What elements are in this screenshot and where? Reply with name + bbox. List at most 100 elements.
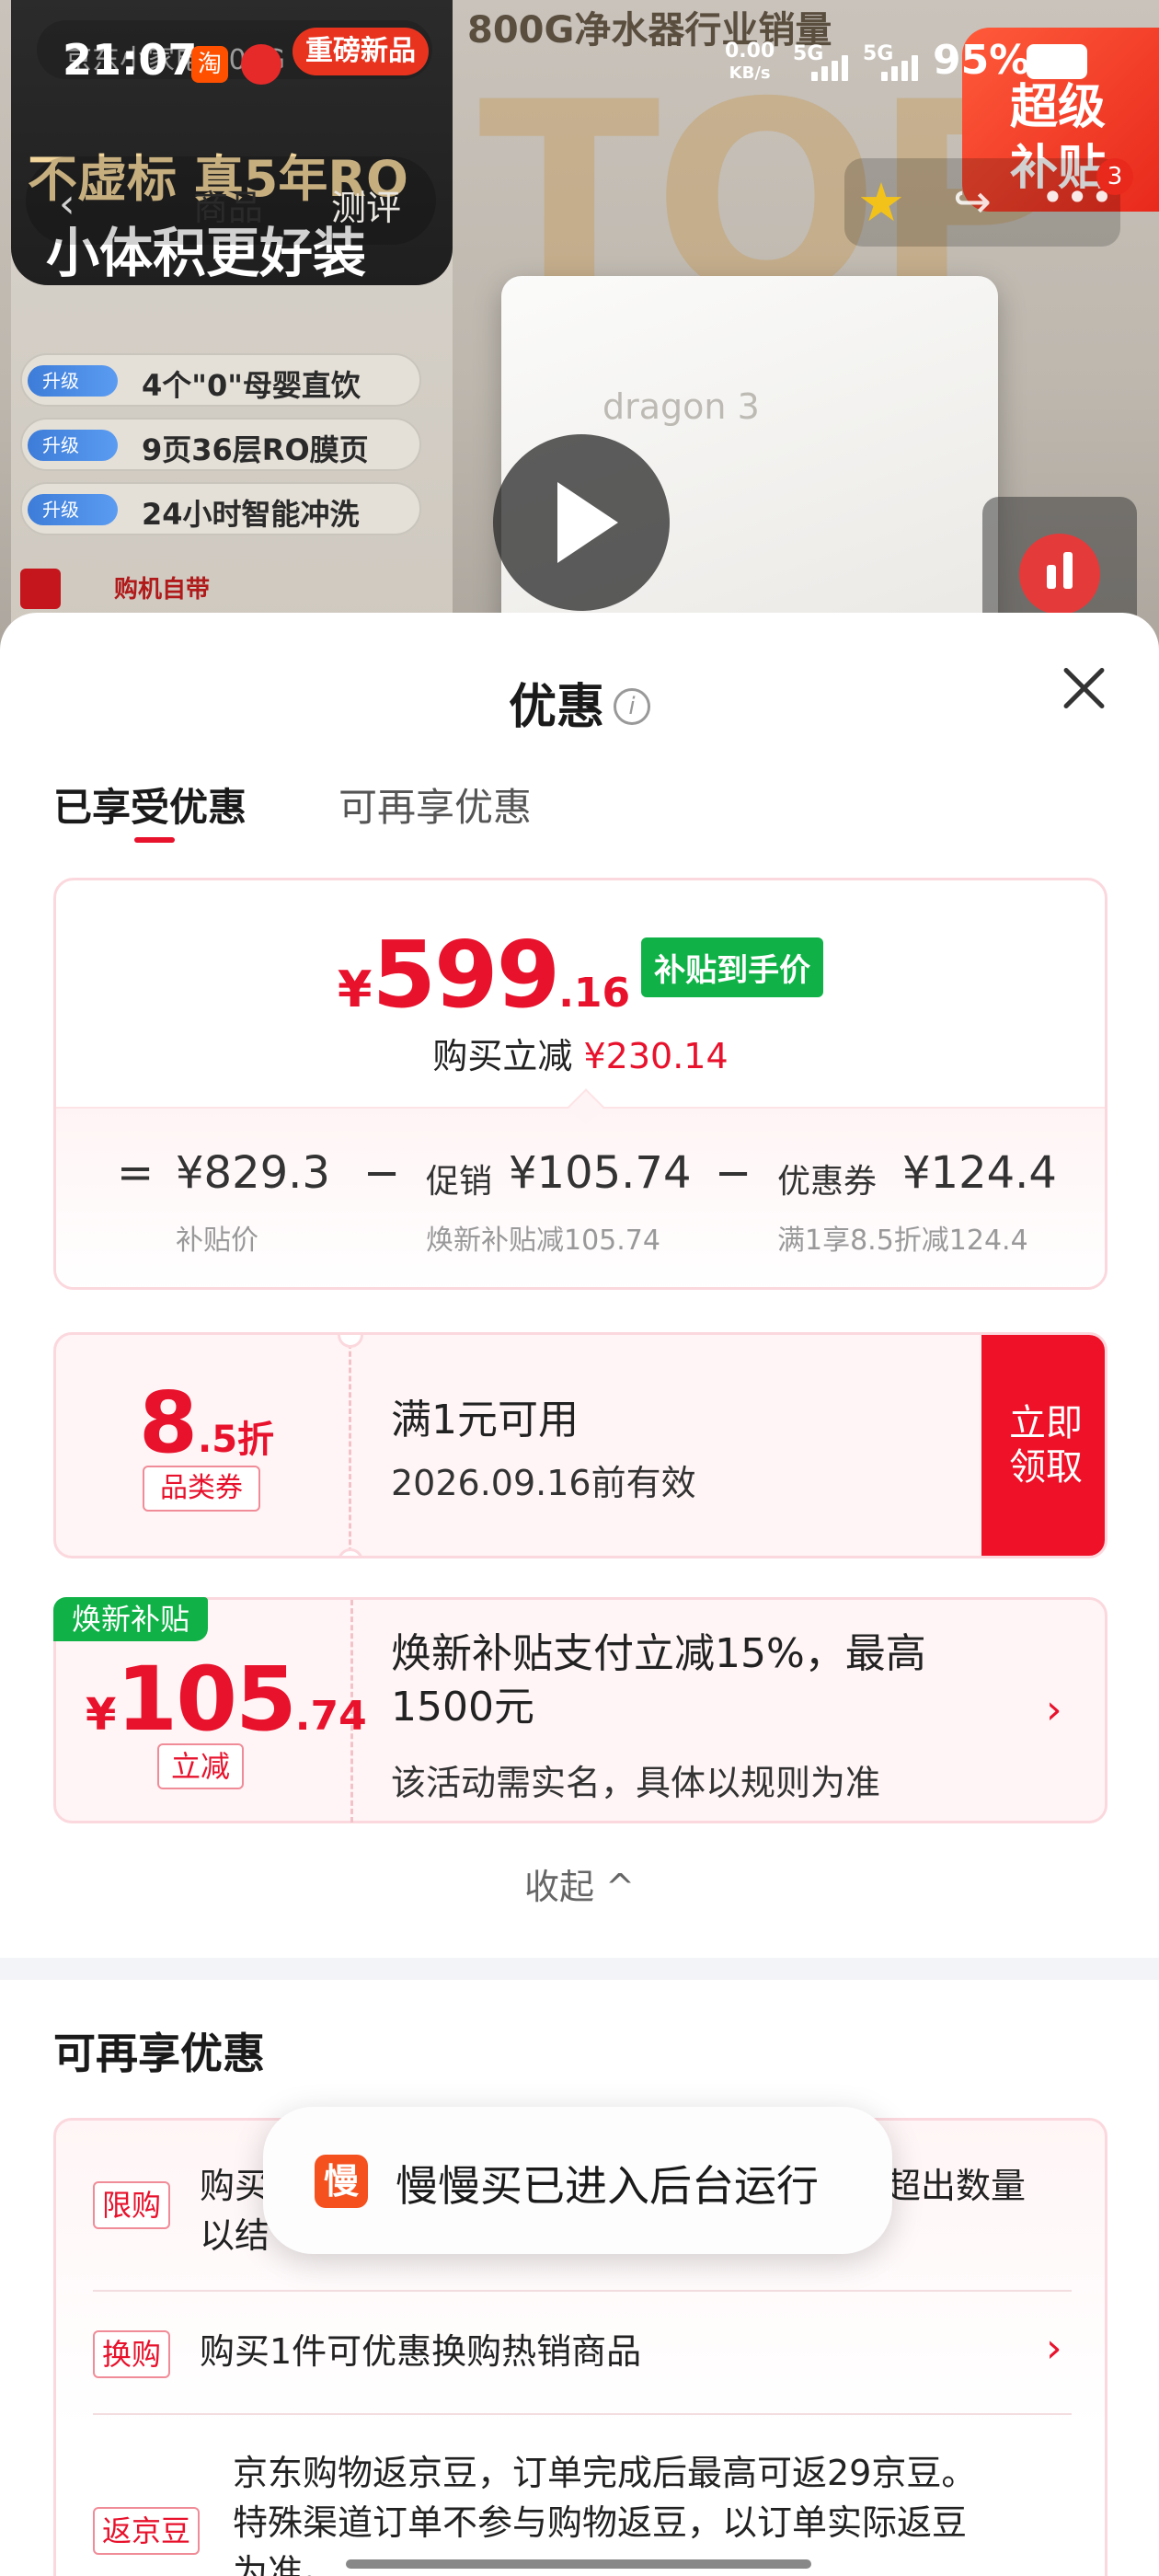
jd-beans-text-1: 京东购物返京豆，订单完成后最高可返29京豆。 <box>233 2453 977 2493</box>
upgrade-tag: 升级 <box>28 365 118 397</box>
instant-reduce-tag: 立减 <box>157 1743 244 1789</box>
device-logo: dragon 3 <box>602 386 760 427</box>
purchase-limit-text-tail: 超出数量 <box>886 2166 1027 2206</box>
minus-sign: − <box>363 1147 401 1199</box>
close-icon[interactable] <box>1056 661 1111 716</box>
gift-label: 购机自带 <box>114 576 211 604</box>
feature-pill: 升级 9页36层RO膜页 <box>20 418 421 471</box>
back-icon[interactable]: ‹ <box>59 180 75 227</box>
base-price: ¥829.3 <box>176 1147 330 1199</box>
coupon-notch <box>338 1335 363 1348</box>
final-price-tag: 补贴到手价 <box>641 937 824 997</box>
equals-sign: = <box>117 1147 155 1199</box>
network-speed: 0.00 KB/s <box>725 40 775 85</box>
signal-bars-2-icon <box>881 53 922 81</box>
minus-sign: − <box>715 1147 752 1199</box>
feature-pill: 升级 4个"0"母婴直饮 <box>20 353 421 407</box>
row-divider <box>93 2290 1072 2292</box>
audio-icon <box>1019 534 1100 615</box>
currency-symbol: ¥ <box>337 960 373 1018</box>
jd-beans-text-3: 为准。 <box>233 2552 339 2576</box>
chevron-right-icon[interactable]: › <box>1046 1686 1062 1733</box>
subsidy-title: 焕新补贴支付立减15%，最高1500元 <box>391 1630 926 1731</box>
taobao-icon: 淘 <box>191 46 228 83</box>
coupon-divider <box>349 1335 351 1556</box>
amount-decimal: .74 <box>294 1693 367 1740</box>
signal-bars-1-icon <box>811 53 852 81</box>
trade-in-subsidy-card[interactable]: 焕新补贴 ¥105.74 立减 焕新补贴支付立减15%，最高1500元 该活动需… <box>53 1597 1107 1823</box>
category-coupon-tag: 品类券 <box>143 1466 260 1512</box>
promo-label: 促销 <box>426 1163 493 1201</box>
category-coupon-card: 8.5折 品类券 满1元可用 2026.09.16前有效 立即 领取 <box>53 1332 1107 1558</box>
coupon-detail: 满1享8.5折减124.4 <box>777 1225 1028 1257</box>
jd-beans-text-2: 特殊渠道订单不参与购物返豆，以订单实际返豆 <box>233 2502 968 2543</box>
tab-more-offers[interactable]: 可再享优惠 <box>339 776 532 833</box>
subsidy-badge: 焕新补贴 <box>53 1597 208 1641</box>
jd-beans-tag: 返京豆 <box>93 2507 201 2555</box>
notification-app-icon <box>241 44 281 85</box>
price-integer: 599 <box>372 921 560 1029</box>
upgrade-tag: 升级 <box>28 494 118 525</box>
gift-icon <box>20 569 61 609</box>
claim-line-2: 领取 <box>1009 1446 1083 1489</box>
reduction-label: 购买立减 <box>432 1036 573 1076</box>
battery-icon <box>1027 44 1087 79</box>
play-icon <box>557 482 618 563</box>
coupon-condition: 满1元可用 <box>391 1397 579 1443</box>
sheet-title-text: 优惠 <box>508 680 604 735</box>
promo-detail: 焕新补贴减105.74 <box>426 1225 660 1257</box>
purchase-reduction: 购买立减 ¥230.14 <box>56 1028 1105 1078</box>
nav-tab-product[interactable]: 商品 <box>193 179 263 230</box>
product-image[interactable]: 800G净水器行业销量 TOP 1 不虚标 真5年RO 小体积更好装 升级 4个… <box>0 0 1159 699</box>
tab-indicator <box>134 837 175 843</box>
info-icon[interactable]: i <box>614 688 650 725</box>
claim-line-1: 立即 <box>1009 1402 1083 1444</box>
upgrade-tag: 升级 <box>28 430 118 461</box>
chevron-right-icon[interactable]: › <box>1046 2325 1062 2372</box>
purchase-limit-text-2: 以结 <box>200 2215 270 2256</box>
coupon-validity: 2026.09.16前有效 <box>391 1463 696 1503</box>
feature-text: 9页36层RO膜页 <box>142 432 369 467</box>
coupon-discount: 8.5折 <box>139 1374 274 1472</box>
feature-text: 24小时智能冲洗 <box>142 497 360 532</box>
coupon-value: ¥124.4 <box>902 1147 1057 1199</box>
share-icon[interactable]: ↪ <box>953 175 992 228</box>
row-divider <box>93 2413 1072 2415</box>
clock: 21:07 <box>63 35 198 85</box>
subsidy-note: 该活动需实名，具体以规则为准 <box>391 1763 881 1803</box>
toast-message: 慢慢买已进入后台运行 <box>396 2161 819 2211</box>
network-speed-unit: KB/s <box>729 63 771 83</box>
feature-text: 4个"0"母婴直饮 <box>142 368 361 403</box>
reduction-value: ¥230.14 <box>583 1036 729 1076</box>
trade-up-tag: 换购 <box>93 2330 171 2378</box>
purchase-limit-text: 购买 <box>200 2166 270 2206</box>
battery-percent: 95% <box>933 37 1030 84</box>
home-indicator[interactable] <box>346 2559 811 2569</box>
manmanmai-app-icon: 慢 <box>315 2155 368 2208</box>
discount-decimal: .5折 <box>198 1419 275 1461</box>
message-badge: 3 <box>1096 158 1133 195</box>
promo-value: ¥105.74 <box>509 1147 692 1199</box>
discount-sheet: 优惠 i 已享受优惠 可再享优惠 ¥599.16 补贴到手价 购买立减 ¥230.1… <box>0 613 1159 2576</box>
play-video-button[interactable] <box>493 434 670 611</box>
collapse-button[interactable]: 收起 ^ <box>0 1858 1159 1909</box>
nav-tab-review[interactable]: 测评 <box>331 179 401 230</box>
new-product-tag: 重磅新品 <box>293 28 429 75</box>
discount-integer: 8 <box>139 1374 199 1472</box>
subsidy-amount: ¥105.74 <box>86 1648 367 1751</box>
currency-symbol: ¥ <box>86 1689 117 1741</box>
amount-integer: 105 <box>116 1648 296 1751</box>
price-decimal: .16 <box>558 970 631 1017</box>
network-speed-value: 0.00 <box>725 40 775 63</box>
trade-up-text[interactable]: 购买1件可优惠换购热销商品 <box>200 2329 641 2375</box>
favorite-star-icon[interactable]: ★ <box>857 171 905 234</box>
purchase-limit-tag: 限购 <box>93 2181 171 2229</box>
base-price-label: 补贴价 <box>176 1225 258 1257</box>
background-running-toast: 慢 慢慢买已进入后台运行 <box>263 2107 892 2254</box>
coupon-label: 优惠券 <box>777 1163 878 1201</box>
claim-coupon-button[interactable]: 立即 领取 <box>981 1335 1105 1556</box>
price-breakdown-card: ¥599.16 补贴到手价 购买立减 ¥230.14 = ¥829.3 补贴价 −… <box>53 878 1107 1290</box>
more-offers-title: 可再享优惠 <box>53 2029 265 2078</box>
tab-enjoyed[interactable]: 已享受优惠 <box>53 776 247 833</box>
section-divider <box>0 1958 1159 1980</box>
